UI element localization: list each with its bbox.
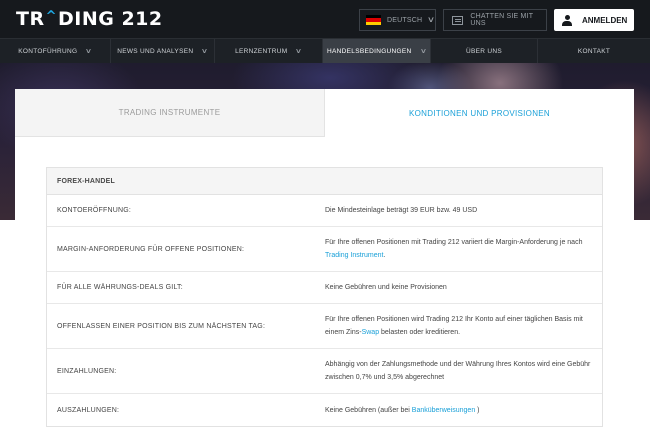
row-label: AUSZAHLUNGEN: <box>57 406 120 414</box>
value-text: Für Ihre offenen Positionen mit Trading … <box>325 239 583 246</box>
row-value: Für Ihre offenen Positionen mit Trading … <box>325 227 602 271</box>
chat-button[interactable]: CHATTEN SIE MIT UNS <box>443 9 547 31</box>
nav-item-handelsbedingungen[interactable]: HANDELSBEDINGUNGEN ∨ <box>323 39 431 63</box>
tab-bar: TRADING INSTRUMENTE KONDITIONEN UND PROV… <box>15 89 634 137</box>
logo-text-end: DING 212 <box>58 8 163 30</box>
value-text: Keine Gebühren (außer bei <box>325 406 412 414</box>
row-value: Die Mindesteinlage beträgt 39 EUR bzw. 4… <box>325 195 602 226</box>
german-flag-icon <box>366 15 381 25</box>
table-row: MARGIN-ANFORDERUNG FÜR OFFENE POSITIONEN… <box>47 227 602 272</box>
row-label: KONTOERÖFFNUNG: <box>57 207 132 214</box>
value-text: Abhängig von der Zahlungsmethode und der… <box>325 361 591 381</box>
language-selector[interactable]: DEUTSCH ∨ <box>359 9 436 31</box>
nav-item-label: NEWS UND ANALYSEN <box>117 47 194 55</box>
nav-item-label: KONTAKT <box>577 47 611 55</box>
tab-label: KONDITIONEN UND PROVISIONEN <box>408 108 550 118</box>
row-label: FÜR ALLE WÄHRUNGS-DEALS GILT: <box>57 284 183 291</box>
main-navigation: KONTOFÜHRUNG ∨ NEWS UND ANALYSEN ∨ LERNZEN… <box>0 38 650 63</box>
logo-text-start: TR <box>16 8 45 30</box>
table-row: FÜR ALLE WÄHRUNGS-DEALS GILT: Keine Gebüh… <box>47 272 602 304</box>
table-row: EINZAHLUNGEN: Abhängig von der Zahlungsme… <box>47 349 602 394</box>
row-value: Keine Gebühren und keine Provisionen <box>325 272 602 303</box>
content-card: TRADING INSTRUMENTE KONDITIONEN UND PROV… <box>15 89 634 432</box>
value-text: Keine Gebühren und keine Provisionen <box>325 284 447 291</box>
table-heading: FOREX-HANDEL <box>47 168 602 195</box>
value-text: ) <box>475 406 480 414</box>
value-text: Die Mindesteinlage beträgt 39 EUR bzw. 4… <box>325 207 478 214</box>
row-label: EINZAHLUNGEN: <box>57 367 117 375</box>
table-row: KONTOERÖFFNUNG: Die Mindesteinlage beträg… <box>47 195 602 227</box>
table-row: AUSZAHLUNGEN: Keine Gebühren (außer bei B… <box>47 394 602 426</box>
chevron-down-icon: ∨ <box>201 48 209 55</box>
nav-item-kontofuehrung[interactable]: KONTOFÜHRUNG ∨ <box>0 39 111 63</box>
tab-label: TRADING INSTRUMENTE <box>118 108 221 117</box>
inline-link[interactable]: Banküberweisungen <box>412 407 475 414</box>
nav-item-ueber-uns[interactable]: ÜBER UNS <box>431 39 538 63</box>
logo-caret: ^ <box>45 9 57 24</box>
row-label: MARGIN-ANFORDERUNG FÜR OFFENE POSITIONEN… <box>57 245 245 253</box>
nav-item-label: LERNZENTRUM <box>235 47 288 55</box>
inline-link[interactable]: Trading Instrument <box>325 252 384 259</box>
value-text: belasten oder kreditieren. <box>379 329 461 336</box>
chat-label: CHATTEN SIE MIT UNS <box>470 13 534 27</box>
chevron-down-icon: ∨ <box>85 48 93 55</box>
nav-item-lernzentrum[interactable]: LERNZENTRUM ∨ <box>215 39 323 63</box>
login-label: ANMELDEN <box>582 15 628 25</box>
chevron-down-icon: ∨ <box>427 14 436 24</box>
row-value: Für Ihre offenen Positionen wird Trading… <box>325 304 602 348</box>
table-row: OFFENLASSEN EINER POSITION BIS ZUM NÄCHS… <box>47 304 602 349</box>
nav-item-news-und-analysen[interactable]: NEWS UND ANALYSEN ∨ <box>111 39 215 63</box>
value-text: . <box>383 252 386 259</box>
chat-icon <box>452 15 464 25</box>
nav-item-label: KONTOFÜHRUNG <box>18 47 78 55</box>
inline-link[interactable]: Swap <box>362 329 380 336</box>
tab-trading-instrumente[interactable]: TRADING INSTRUMENTE <box>15 89 325 137</box>
login-button[interactable]: ANMELDEN <box>554 9 634 31</box>
top-header: TR^DING 212 DEUTSCH ∨ CHATTEN SIE MIT UN… <box>0 0 650 38</box>
trading212-logo[interactable]: TR^DING 212 <box>16 8 163 30</box>
row-value: Abhängig von der Zahlungsmethode und der… <box>325 349 602 393</box>
language-label: DEUTSCH <box>387 16 423 24</box>
user-icon <box>562 14 572 26</box>
row-label: OFFENLASSEN EINER POSITION BIS ZUM NÄCHS… <box>57 322 266 330</box>
chevron-down-icon: ∨ <box>295 48 304 55</box>
chevron-down-icon: ∨ <box>419 48 428 55</box>
conditions-table: FOREX-HANDEL KONTOERÖFFNUNG: Die Mindeste… <box>46 167 603 427</box>
nav-item-label: ÜBER UNS <box>466 47 502 55</box>
nav-item-label: HANDELSBEDINGUNGEN <box>327 47 412 55</box>
row-value: Keine Gebühren (außer bei Banküberweisun… <box>325 394 602 426</box>
nav-item-kontakt[interactable]: KONTAKT <box>538 39 650 63</box>
tab-konditionen-und-provisionen[interactable]: KONDITIONEN UND PROVISIONEN <box>325 89 634 137</box>
